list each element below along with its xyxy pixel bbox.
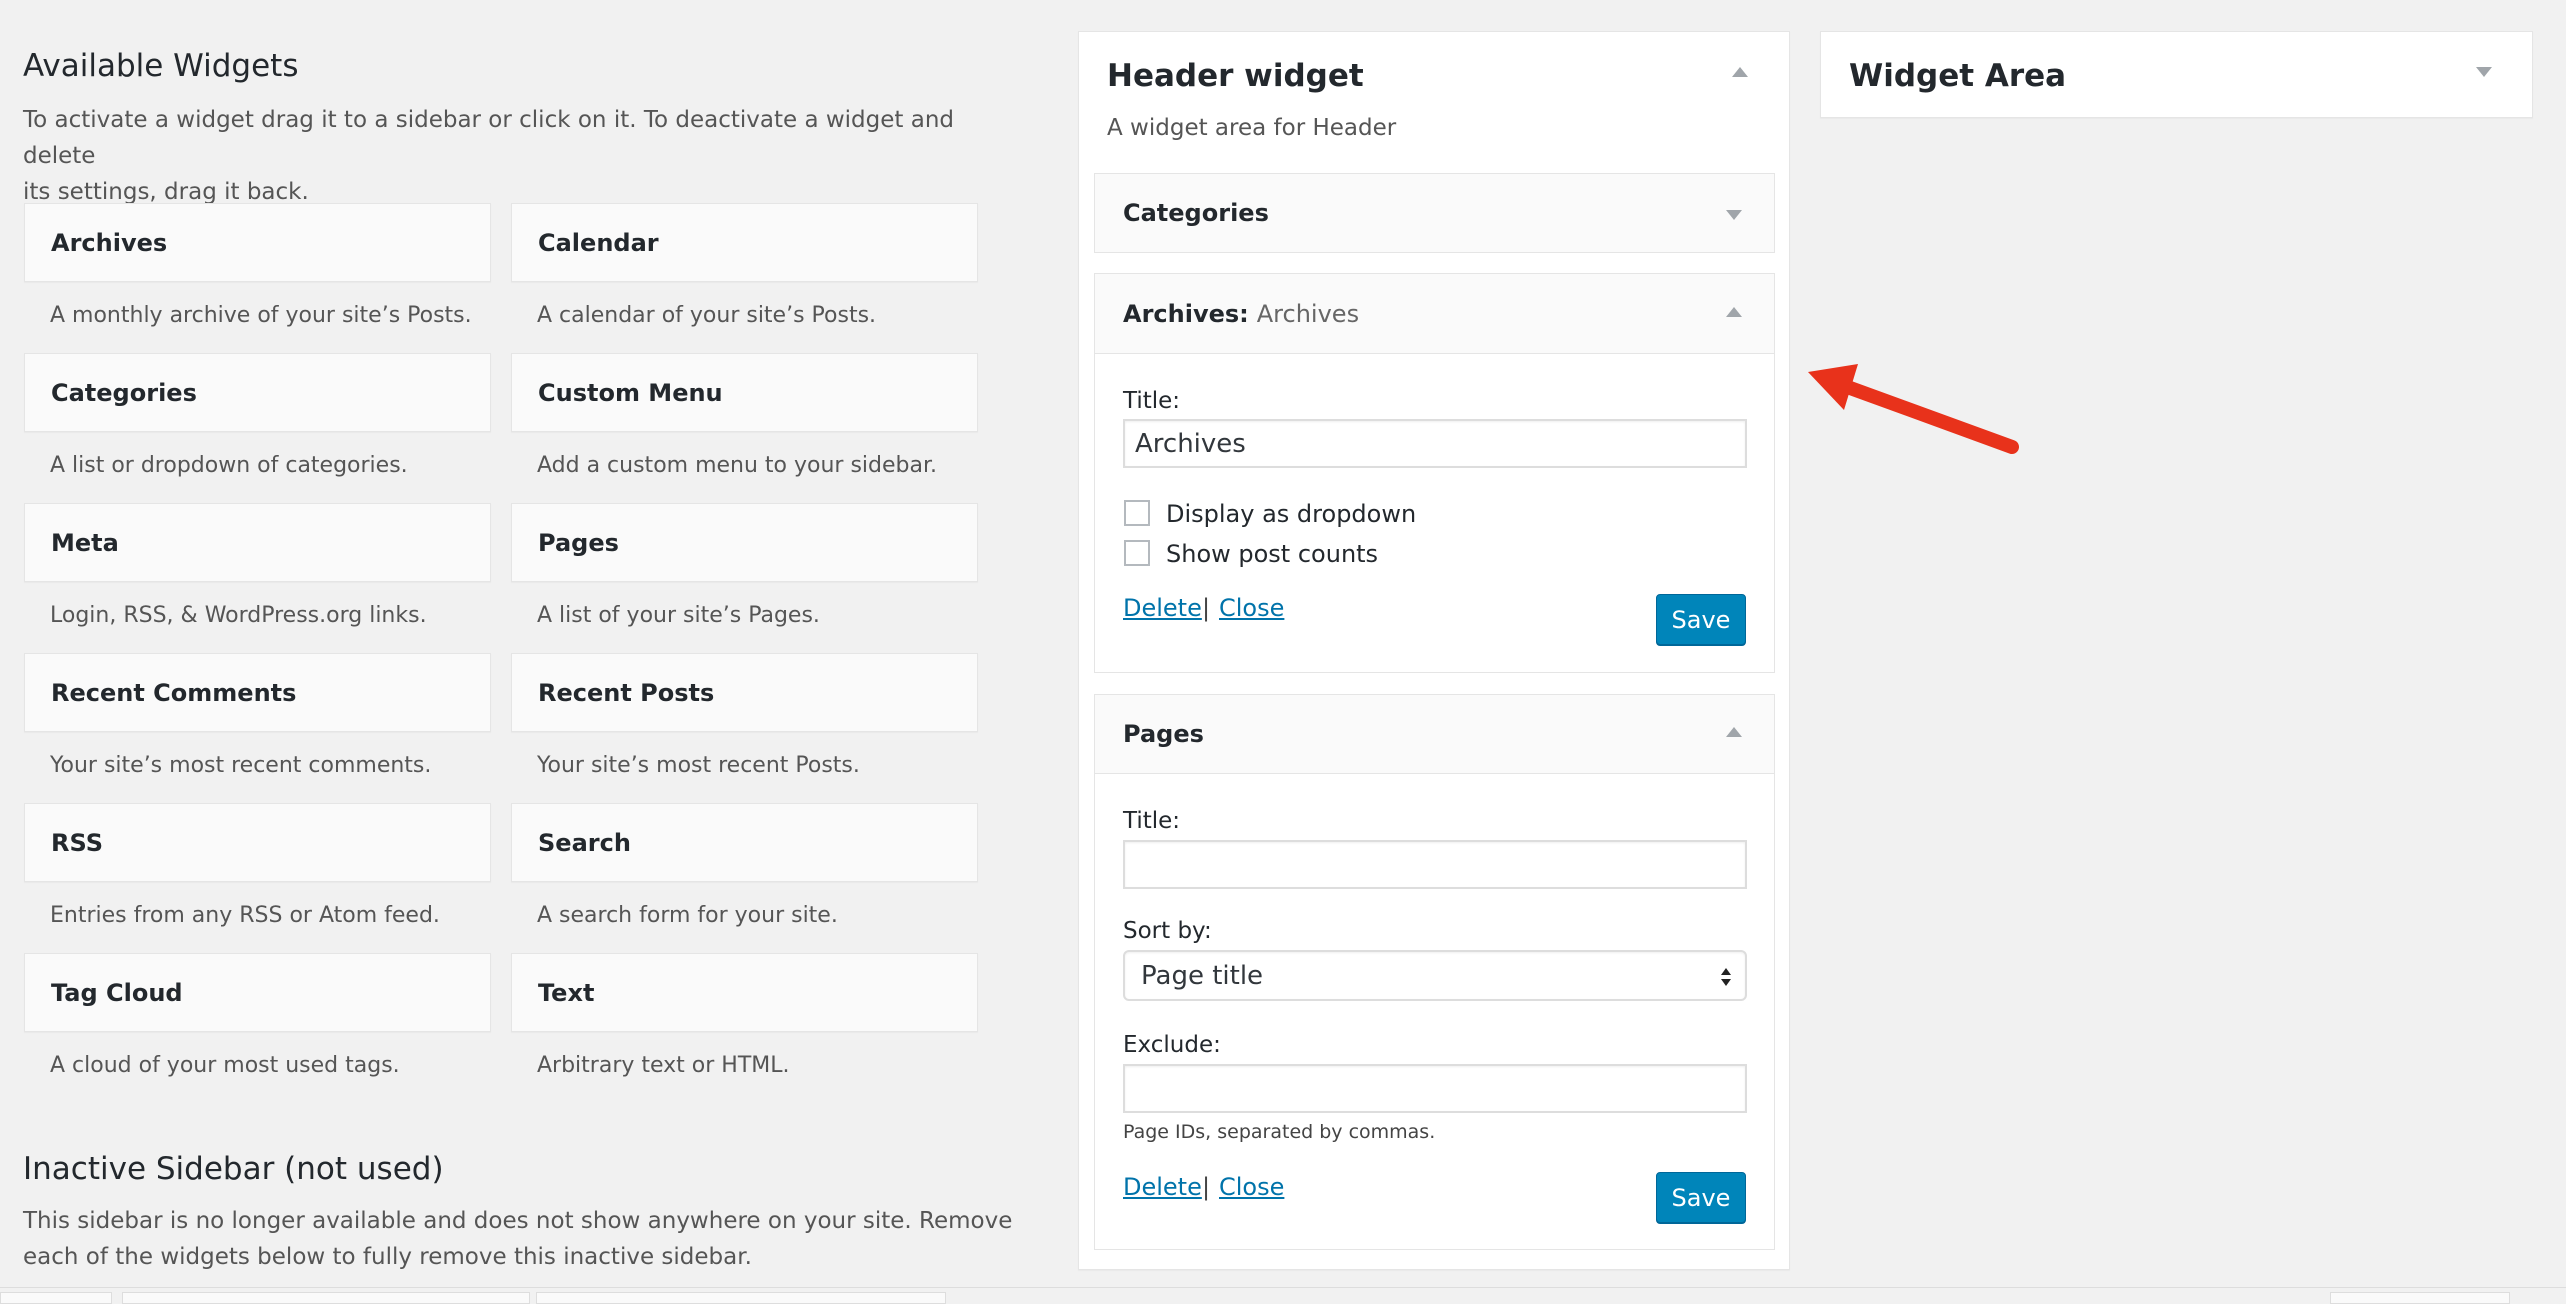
widget-calendar[interactable]: Calendar bbox=[511, 203, 978, 282]
select-arrows-icon bbox=[1721, 968, 1731, 986]
caret-up-icon[interactable] bbox=[1726, 727, 1742, 737]
widget-description: Arbitrary text or HTML. bbox=[537, 1053, 790, 1078]
exclude-input[interactable] bbox=[1123, 1064, 1747, 1113]
link-separator: | bbox=[1202, 594, 1211, 622]
link-separator: | bbox=[1202, 1173, 1211, 1201]
bottom-tab[interactable] bbox=[122, 1292, 530, 1304]
bottom-tab[interactable] bbox=[0, 1292, 112, 1304]
widget-description: Your site’s most recent comments. bbox=[50, 753, 432, 778]
pages-title-label: Title: bbox=[1123, 808, 1181, 834]
available-widgets-description: To activate a widget drag it to a sideba… bbox=[23, 102, 1023, 210]
header-widget-title: Header widget bbox=[1107, 58, 1364, 94]
archives-title-input[interactable]: Archives bbox=[1123, 419, 1747, 468]
archives-title-label: Title: bbox=[1123, 388, 1181, 414]
widget-search[interactable]: Search bbox=[511, 803, 978, 882]
exclude-label: Exclude: bbox=[1123, 1032, 1221, 1058]
pages-widget-header[interactable]: Pages bbox=[1094, 694, 1775, 774]
pages-close-link[interactable]: Close bbox=[1219, 1173, 1284, 1201]
sort-by-select[interactable]: Page title bbox=[1123, 950, 1747, 1001]
annotation-arrow bbox=[1808, 364, 2019, 454]
pages-save-button[interactable]: Save bbox=[1656, 1172, 1746, 1223]
categories-widget-header[interactable]: Categories bbox=[1094, 173, 1775, 253]
widget-categories[interactable]: Categories bbox=[24, 353, 491, 432]
widget-recent-posts[interactable]: Recent Posts bbox=[511, 653, 978, 732]
pages-title-input[interactable] bbox=[1123, 840, 1747, 889]
widget-recent-comments[interactable]: Recent Comments bbox=[24, 653, 491, 732]
archives-delete-link[interactable]: Delete bbox=[1123, 594, 1202, 622]
widget-description: Login, RSS, & WordPress.org links. bbox=[50, 603, 427, 628]
display-dropdown-checkbox[interactable] bbox=[1124, 500, 1150, 526]
widget-title: Archives: bbox=[1123, 299, 1249, 328]
archives-save-button[interactable]: Save bbox=[1656, 594, 1746, 645]
description-line: This sidebar is no longer available and … bbox=[23, 1208, 1013, 1234]
widget-title: Pages bbox=[1123, 720, 1204, 748]
widget-archives[interactable]: Archives bbox=[24, 203, 491, 282]
widget-text[interactable]: Text bbox=[511, 953, 978, 1032]
sort-by-value: Page title bbox=[1141, 960, 1264, 991]
widget-description: Entries from any RSS or Atom feed. bbox=[50, 903, 440, 928]
caret-up-icon[interactable] bbox=[1726, 307, 1742, 317]
available-widgets-title: Available Widgets bbox=[23, 48, 299, 84]
widget-rss[interactable]: RSS bbox=[24, 803, 491, 882]
widget-description: A list of your site’s Pages. bbox=[537, 603, 820, 628]
widget-instance-title: Archives bbox=[1256, 299, 1360, 328]
inactive-sidebar-description: This sidebar is no longer available and … bbox=[23, 1203, 1023, 1275]
sort-by-label: Sort by: bbox=[1123, 918, 1212, 944]
show-post-counts-checkbox[interactable] bbox=[1124, 540, 1150, 566]
widget-area-title: Widget Area bbox=[1849, 58, 2067, 94]
inactive-sidebar-title: Inactive Sidebar (not used) bbox=[23, 1151, 444, 1187]
pages-delete-link[interactable]: Delete bbox=[1123, 1173, 1202, 1201]
caret-down-icon[interactable] bbox=[1726, 210, 1742, 220]
widget-description: A list or dropdown of categories. bbox=[50, 453, 408, 478]
widget-description: Your site’s most recent Posts. bbox=[537, 753, 860, 778]
exclude-help-text: Page IDs, separated by commas. bbox=[1123, 1121, 1436, 1143]
description-line: To activate a widget drag it to a sideba… bbox=[23, 107, 955, 169]
widget-tag-cloud[interactable]: Tag Cloud bbox=[24, 953, 491, 1032]
bottom-tab[interactable] bbox=[536, 1292, 946, 1304]
widget-description: A search form for your site. bbox=[537, 903, 838, 928]
caret-up-icon[interactable] bbox=[1732, 67, 1748, 77]
widget-description: A monthly archive of your site’s Posts. bbox=[50, 303, 472, 328]
display-dropdown-label: Display as dropdown bbox=[1166, 500, 1417, 528]
show-post-counts-label: Show post counts bbox=[1166, 540, 1379, 568]
archives-widget-header[interactable]: Archives: Archives bbox=[1094, 273, 1775, 354]
widget-custom-menu[interactable]: Custom Menu bbox=[511, 353, 978, 432]
archives-close-link[interactable]: Close bbox=[1219, 594, 1284, 622]
caret-down-icon[interactable] bbox=[2476, 67, 2492, 77]
widget-meta[interactable]: Meta bbox=[24, 503, 491, 582]
widget-title: Categories bbox=[1123, 199, 1269, 227]
widget-pages[interactable]: Pages bbox=[511, 503, 978, 582]
description-line: each of the widgets below to fully remov… bbox=[23, 1244, 752, 1270]
header-widget-description: A widget area for Header bbox=[1107, 115, 1397, 141]
widget-description: Add a custom menu to your sidebar. bbox=[537, 453, 937, 478]
widget-description: A cloud of your most used tags. bbox=[50, 1053, 400, 1078]
bottom-tab[interactable] bbox=[2330, 1292, 2510, 1304]
widget-description: A calendar of your site’s Posts. bbox=[537, 303, 877, 328]
